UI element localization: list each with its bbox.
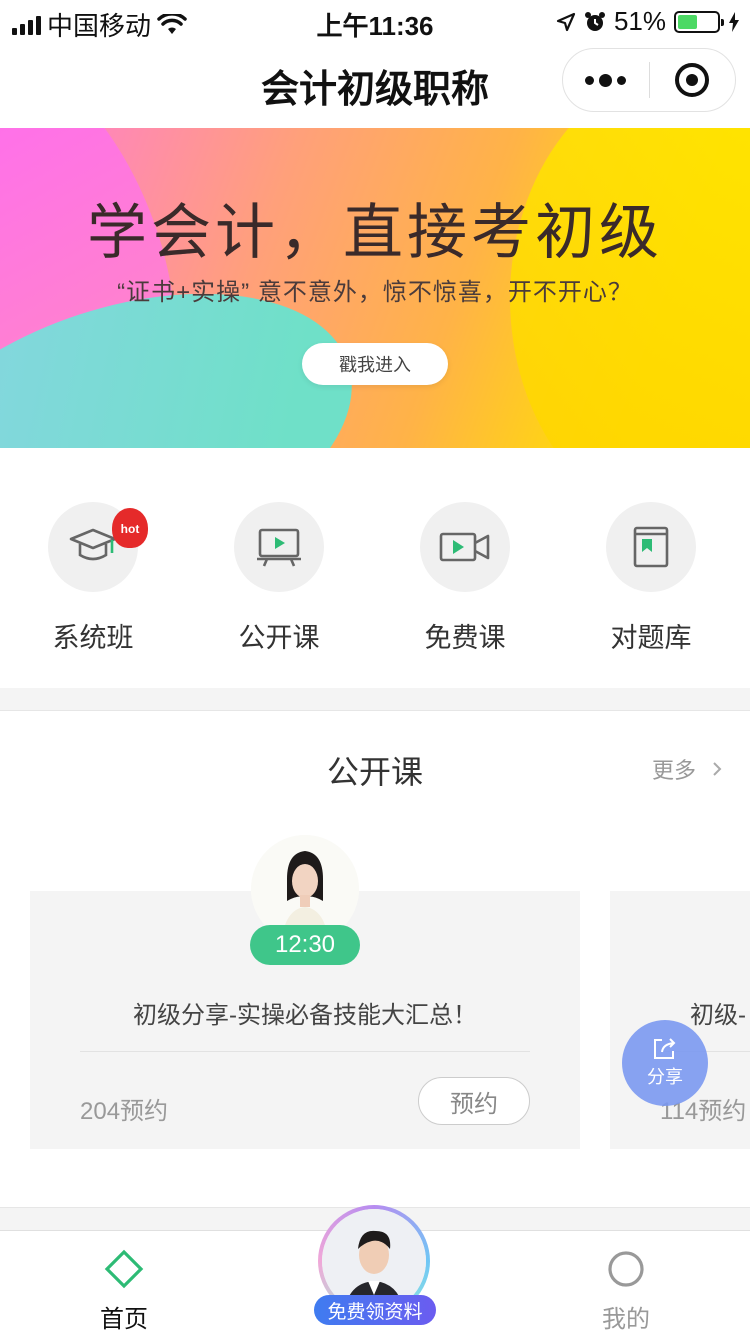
profile-circle-icon [608,1251,644,1287]
category-icon-circle [420,502,510,592]
home-diamond-icon [104,1249,144,1289]
category-icon-circle [606,502,696,592]
category-icon-circle: hot [48,502,148,592]
reserve-button[interactable]: 预约 [418,1077,530,1125]
tab-bar: 首页 免费领资料 我的 [0,1205,750,1334]
share-label: 分享 [647,1067,683,1087]
tab-home[interactable]: 首页 [64,1249,184,1334]
more-link[interactable]: 更多 [652,753,722,785]
status-bar: 中国移动 上午11:36 51% [0,0,750,41]
battery-percent: 51% [613,6,666,36]
category-label: 公开课 [238,623,320,653]
mini-program-capsule [562,48,736,112]
banner-subtitle: “证书+实操” 意不意外，惊不惊喜，开不开心？ [117,279,633,306]
course-card[interactable]: 12:30 初级分享-实操必备技能大汇总！ 204预约 预约 [30,835,580,1149]
category-system-class[interactable]: hot 系统班 [0,448,186,688]
category-free-class[interactable]: 免费课 [372,448,558,688]
charging-icon [729,11,739,32]
alarm-icon [584,11,605,31]
chevron-right-icon [713,762,722,776]
more-label: 更多 [651,758,696,783]
category-icon-circle [234,502,324,592]
navigation-bar: 会计初级职称 [0,40,750,128]
reservation-count: 204预约 [80,1098,169,1125]
promo-banner[interactable]: 学会计，直接考初级 “证书+实操” 意不意外，惊不惊喜，开不开心？ 戳我进入 [0,128,750,448]
share-icon [654,1038,676,1059]
tab-label: 我的 [602,1306,650,1333]
category-question-bank[interactable]: 对题库 [558,448,744,688]
category-label: 对题库 [610,623,692,653]
battery-icon [674,10,724,33]
card-divider [80,1051,530,1052]
screen-play-icon [257,528,301,567]
book-icon [633,526,669,568]
hot-badge: hot [112,508,148,548]
course-card[interactable]: 初级- 114预约 [610,891,750,1149]
category-label: 系统班 [52,623,134,653]
tab-label: 首页 [100,1306,148,1333]
close-circle-icon[interactable] [650,48,736,112]
course-title: 初级分享-实操必备技能大汇总！ [133,1002,477,1029]
video-camera-icon [439,532,490,562]
course-title: 初级- [690,1002,746,1029]
share-button[interactable]: 分享 [622,1020,708,1106]
graduation-cap-icon [69,528,117,561]
live-time-badge: 12:30 [250,925,360,965]
category-grid: hot 系统班 公开课 免费课 对题库 [0,448,750,688]
banner-enter-button[interactable]: 戳我进入 [302,343,448,385]
category-label: 免费课 [424,623,506,653]
location-icon [556,12,576,31]
open-class-section: 公开课 更多 12:30 初级分享-实操必备技能大汇总！ 204预约 预约 初级… [0,710,750,1208]
status-right: 51% [556,6,740,37]
category-open-class[interactable]: 公开课 [186,448,372,688]
banner-headline: 学会计，直接考初级 [87,198,663,268]
more-dots-icon[interactable] [563,48,649,112]
section-title: 公开课 [326,754,423,790]
tab-mine[interactable]: 我的 [566,1249,686,1334]
free-materials-label[interactable]: 免费领资料 [314,1295,436,1325]
